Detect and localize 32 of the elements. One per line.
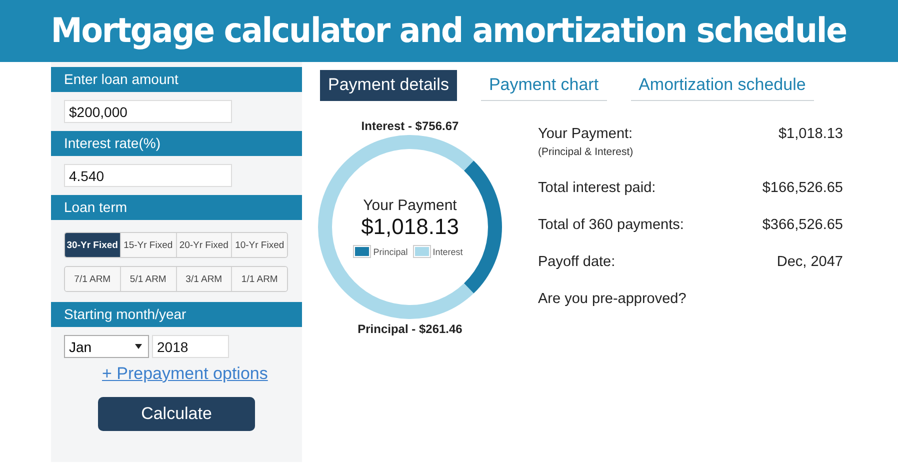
detail-label: Total of 360 payments: (538, 217, 684, 233)
payment-amount: $1,018.13 (361, 214, 459, 240)
detail-label: Are you pre-approved? (538, 291, 686, 307)
loan-amount-field[interactable]: $200,000 (64, 100, 232, 123)
detail-note: (Principal & Interest) (538, 146, 634, 158)
page-title: Mortgage calculator and amortization schedule (51, 11, 847, 51)
calculate-button[interactable]: Calculate (98, 397, 255, 431)
detail-value: $1,018.13 (778, 126, 843, 142)
detail-label: Payoff date: (538, 254, 616, 270)
legend-label: Interest (432, 246, 463, 256)
prepayment-options-link[interactable]: + Prepayment options (102, 364, 268, 384)
section-header: Interest rate(%) (51, 131, 302, 156)
month-dropdown[interactable]: Jan (64, 335, 149, 358)
loan-term-option[interactable]: 30-Yr Fixed (65, 233, 121, 257)
detail-label: Total interest paid: (538, 180, 656, 196)
tab[interactable]: Payment details (320, 70, 457, 101)
principal-label: Principal - $261.46 (358, 322, 462, 336)
caret-icon (135, 344, 142, 349)
section-header: Starting month/year (51, 302, 302, 327)
interest-rate-field[interactable]: 4.540 (64, 164, 232, 187)
legend-label: Principal (373, 246, 408, 256)
section-header: Enter loan amount (51, 67, 302, 92)
detail-value: $166,526.65 (762, 180, 843, 196)
interest-label: Interest - $756.67 (361, 119, 459, 133)
loan-term-option[interactable]: 7/1 ARM (65, 267, 121, 291)
detail-label: Your Payment: (538, 126, 634, 142)
payment-caption: Your Payment (363, 197, 457, 214)
loan-term-option[interactable]: 20-Yr Fixed (176, 233, 232, 257)
section-header: Loan term (51, 195, 302, 220)
year-field[interactable]: 2018 (152, 335, 229, 358)
detail-value: $366,526.65 (762, 217, 843, 233)
detail-value: Dec, 2047 (776, 254, 843, 270)
